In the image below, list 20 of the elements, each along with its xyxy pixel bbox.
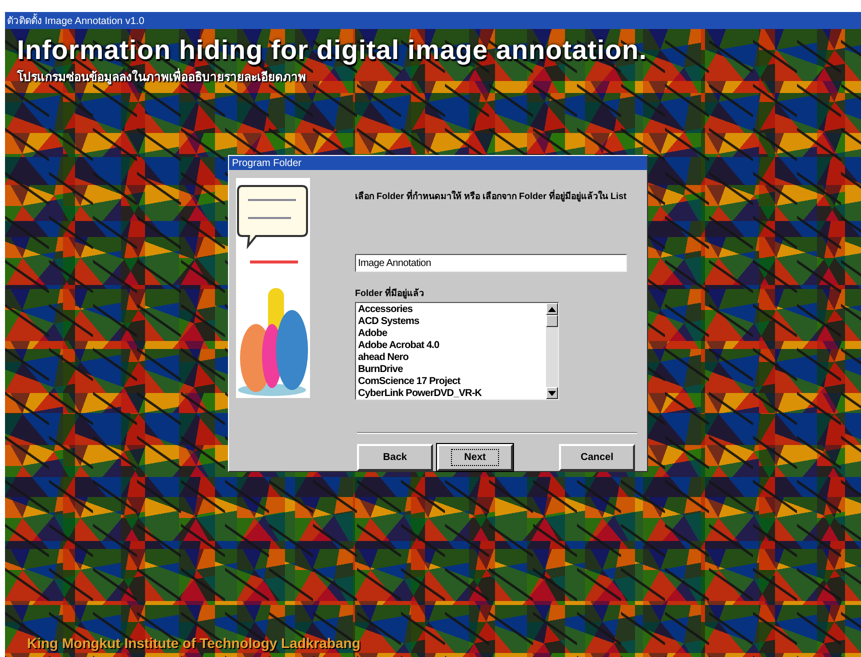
folder-list-item[interactable]: ACD Systems [358,316,420,328]
dialog-button[interactable]: Cancel [559,444,635,471]
instruction-text: เลือก Folder ที่กำหนดมาให้ หรือ เลือกจาก Folder ที่อยู่มีอยู่แล้วใน List [355,189,627,203]
window-title: ตัวติดตั้ง Image Annotation v1.0 [7,13,144,28]
folder-list-item[interactable]: ComScience 17 Project [358,376,460,388]
dialog-button[interactable]: Back [357,444,433,471]
dialog-button[interactable]: Next [437,444,513,471]
folder-list-item[interactable]: Adobe Acrobat 4.0 [358,340,440,352]
folder-list-item[interactable]: BurnDrive [358,364,403,376]
folder-list-item[interactable]: Adobe [358,328,388,340]
scroll-up-icon[interactable] [546,303,558,315]
folder-list-label: Folder ที่มีอยู่แล้ว [355,286,426,300]
folder-list-item[interactable]: Accessories [358,304,413,316]
dialog-title: Program Folder [232,158,302,168]
folder-list-item[interactable]: ahead Nero [358,352,408,364]
scroll-down-icon[interactable] [546,387,558,399]
folder-name-field[interactable]: Image Annotation [355,254,627,272]
scrollbar[interactable] [546,303,558,399]
scroll-thumb[interactable] [546,315,558,327]
folder-list-item[interactable]: CyberLink PowerDVD_VR-K [358,388,482,400]
